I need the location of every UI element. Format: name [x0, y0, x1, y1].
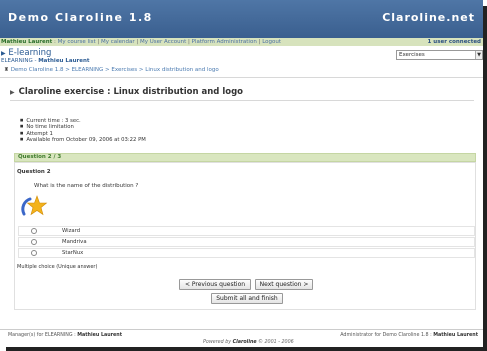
previous-question-button[interactable]: < Previous question [179, 279, 251, 290]
chevron-down-icon[interactable]: ▼ [475, 51, 482, 59]
course-code-line: ELEARNING - Mathieu Laurent [1, 58, 90, 64]
answer-label[interactable]: Mandriva [62, 238, 87, 246]
question-name: Question 2 [17, 169, 51, 175]
tool-select[interactable]: Exercises ▼ [396, 50, 483, 60]
next-question-button[interactable]: Next question > [255, 279, 313, 290]
answer-row[interactable]: Mandriva [18, 237, 475, 247]
breadcrumb-current[interactable]: Linux distribution and logo [145, 67, 219, 73]
divider [0, 77, 483, 78]
available-from: Available from October 09, 2006 at 03:22… [20, 137, 146, 143]
link-my-course-list[interactable]: My course list [58, 39, 96, 45]
claroline-link[interactable]: Claroline [233, 340, 257, 345]
window-shadow [6, 347, 487, 351]
users-connected[interactable]: 1 user connected [428, 38, 481, 46]
answer-row[interactable]: StarNux [18, 248, 475, 258]
user-name: Mathieu Laurent [1, 39, 53, 45]
question-type-note: Multiple choice (Unique answer) [17, 264, 98, 270]
breadcrumb: ♜ Demo Claroline 1.8 > ELEARNING > Exerc… [4, 67, 219, 73]
link-logout[interactable]: Logout [262, 39, 281, 45]
exercise-title: ▶ Claroline exercise : Linux distribution… [10, 87, 244, 97]
footer-admin: Administrator for Demo Claroline 1.8 : M… [340, 333, 478, 338]
link-platform-administration[interactable]: Platform Administration [192, 39, 257, 45]
star-logo-icon [21, 195, 48, 216]
campus-banner: Demo Claroline 1.8 Claroline.net [0, 0, 483, 38]
course-code: ELEARNING [1, 58, 33, 64]
window-shadow [483, 6, 487, 351]
footer-powered-by: Powered by Claroline © 2001 - 2006 [203, 340, 294, 345]
triangle-right-icon: ▶ [1, 50, 6, 57]
breadcrumb-campus[interactable]: Demo Claroline 1.8 [11, 67, 64, 73]
admin-name[interactable]: Mathieu Laurent [433, 333, 478, 338]
divider [10, 100, 474, 101]
site-name[interactable]: Claroline.net [382, 11, 475, 24]
answer-radio-wizard[interactable] [31, 228, 37, 234]
home-icon[interactable]: ♜ [4, 67, 9, 73]
triangle-right-icon: ▶ [10, 89, 15, 96]
link-my-calendar[interactable]: My calendar [101, 39, 135, 45]
course-teacher: Mathieu Laurent [38, 58, 90, 64]
question-counter: Question 2 / 3 [14, 153, 476, 162]
course-title-text[interactable]: E-learning [8, 48, 51, 58]
answer-row[interactable]: Wizard [18, 226, 475, 236]
user-bar: Mathieu Laurent : My course list | My ca… [0, 38, 483, 46]
footer-managers: Manager(s) for ELEARNING : Mathieu Laure… [8, 333, 122, 338]
breadcrumb-exercises[interactable]: Exercises [111, 67, 137, 73]
answer-label[interactable]: StarNux [62, 249, 83, 257]
course-title[interactable]: ▶ E-learning [1, 48, 51, 58]
tool-select-value: Exercises [399, 52, 425, 58]
submit-all-button[interactable]: Submit all and finish [211, 293, 283, 304]
manager-name[interactable]: Mathieu Laurent [77, 333, 122, 338]
exercise-info-list: Current time : 3 sec. No time limitation… [20, 118, 146, 143]
question-text: What is the name of the distribution ? [34, 183, 139, 189]
answer-radio-mandriva[interactable] [31, 239, 37, 245]
answer-radio-starnux[interactable] [31, 250, 37, 256]
app-window: Demo Claroline 1.8 Claroline.net Mathieu… [0, 0, 483, 347]
link-my-user-account[interactable]: My User Account [140, 39, 186, 45]
breadcrumb-course[interactable]: ELEARNING [72, 67, 104, 73]
campus-name[interactable]: Demo Claroline 1.8 [8, 11, 153, 24]
answer-label[interactable]: Wizard [62, 227, 80, 235]
footer-divider [0, 329, 483, 330]
